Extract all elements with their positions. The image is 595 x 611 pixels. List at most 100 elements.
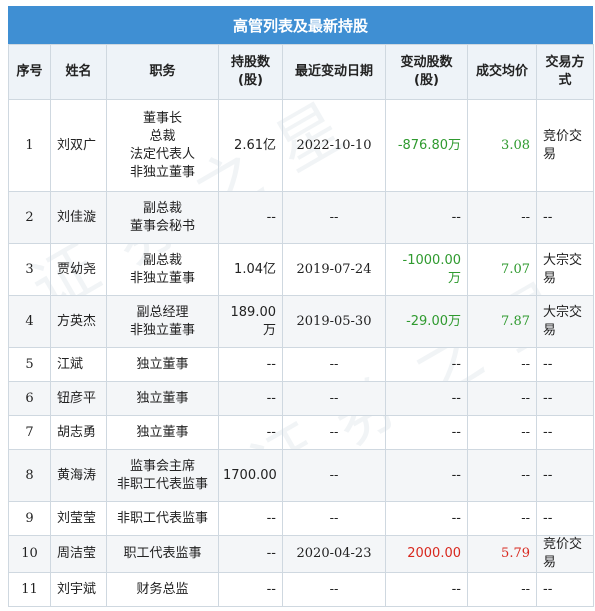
cell-position: 职工代表监事 (106, 535, 219, 573)
cell-date: -- (282, 347, 386, 382)
header-row: 序号 姓名 职务 持股数 (股) 最近变动日期 变动股数 (股) 成交均价 交易方式 (8, 44, 594, 100)
cell-position: 副总经理 非独立董事 (106, 295, 219, 348)
cell-method: -- (536, 347, 594, 382)
position-line: 监事会主席 (129, 458, 195, 474)
cell-price: -- (467, 572, 537, 607)
cell-holding: -- (218, 572, 283, 607)
cell-change: -- (385, 501, 468, 536)
cell-method: -- (536, 381, 594, 416)
cell-change: -- (385, 347, 468, 382)
position-line: 总裁 (149, 128, 176, 144)
cell-name: 贾幼尧 (50, 243, 107, 296)
header-holding-line1: 持股数 (230, 55, 270, 70)
cell-method: 大宗交易 (536, 295, 594, 348)
cell-seq: 4 (8, 295, 51, 348)
cell-date: 2022-10-10 (282, 99, 386, 192)
position-line: 非职工代表监事 (116, 510, 208, 526)
table-row: 3 贾幼尧 副总裁 非独立董事 1.04亿 2019-07-24 -1000.00万 7.07… (8, 243, 594, 296)
cell-seq: 5 (8, 347, 51, 382)
cell-price: 5.79 (467, 535, 537, 573)
position-line: 董事会秘书 (129, 218, 195, 234)
cell-method: -- (536, 191, 594, 244)
cell-name: 刘莹莹 (50, 501, 107, 536)
cell-position: 监事会主席非职工代表监事 (106, 449, 219, 502)
cell-change: -- (385, 415, 468, 450)
cell-date: -- (282, 449, 386, 502)
cell-price: 3.08 (467, 99, 537, 192)
table-row: 7 胡志勇 独立董事 -- -- -- -- -- (8, 415, 594, 450)
cell-position: 独立董事 (106, 347, 219, 382)
cell-method: 竞价交易 (536, 535, 594, 573)
cell-seq: 11 (8, 572, 51, 607)
cell-holding: 189.00万 (218, 295, 283, 348)
cell-price: -- (467, 501, 537, 536)
cell-position: 独立董事 (106, 415, 219, 450)
cell-change: -- (385, 191, 468, 244)
cell-price: -- (467, 347, 537, 382)
position-line: 董事长 (142, 110, 182, 126)
cell-method: -- (536, 572, 594, 607)
position-line: 法定代表人 (129, 146, 195, 162)
cell-change: -- (385, 381, 468, 416)
header-holding-line2: (股) (238, 73, 263, 88)
cell-holding: -- (218, 535, 283, 573)
cell-method: 竞价交易 (536, 99, 594, 192)
position-line: 非独立董事 (129, 164, 195, 180)
cell-change: -876.80万 (385, 99, 468, 192)
position-line: 非职工代表监事 (116, 476, 208, 492)
header-holding: 持股数 (股) (218, 44, 283, 100)
table-row: 9 刘莹莹 非职工代表监事 -- -- -- -- -- (8, 501, 594, 536)
cell-method: -- (536, 449, 594, 502)
cell-position: 独立董事 (106, 381, 219, 416)
cell-seq: 10 (8, 535, 51, 573)
header-date: 最近变动日期 (282, 44, 386, 100)
cell-seq: 8 (8, 449, 51, 502)
cell-date: 2019-05-30 (282, 295, 386, 348)
header-change-line1: 变动股数 (400, 55, 453, 70)
cell-seq: 6 (8, 381, 51, 416)
cell-position: 副总裁 非独立董事 (106, 243, 219, 296)
cell-holding: -- (218, 347, 283, 382)
cell-holding: -- (218, 501, 283, 536)
header-name: 姓名 (50, 44, 107, 100)
header-method: 交易方式 (536, 44, 594, 100)
header-change: 变动股数 (股) (385, 44, 468, 100)
cell-holding: 1700.00 (218, 449, 283, 502)
table-row: 5 江斌 独立董事 -- -- -- -- -- (8, 347, 594, 382)
header-price: 成交均价 (467, 44, 537, 100)
cell-price: 7.07 (467, 243, 537, 296)
cell-method: -- (536, 415, 594, 450)
position-line: 独立董事 (136, 424, 189, 440)
cell-position: 副总裁 董事会秘书 (106, 191, 219, 244)
position-line: 副总裁 (142, 252, 182, 268)
cell-name: 江斌 (50, 347, 107, 382)
cell-change: -- (385, 449, 468, 502)
cell-seq: 1 (8, 99, 51, 192)
header-position: 职务 (106, 44, 219, 100)
cell-name: 方英杰 (50, 295, 107, 348)
position-line: 独立董事 (136, 390, 189, 406)
cell-seq: 9 (8, 501, 51, 536)
holdings-panel: 高管列表及最新持股 序号 姓名 职务 持股数 (股) 最近变动日期 变动股数 (股)… (8, 6, 594, 607)
cell-holding: 2.61亿 (218, 99, 283, 192)
header-seq: 序号 (8, 44, 51, 100)
cell-name: 黄海涛 (50, 449, 107, 502)
cell-name: 刘宇斌 (50, 572, 107, 607)
header-change-line2: (股) (414, 73, 439, 88)
cell-method: -- (536, 501, 594, 536)
position-line: 副总经理 (136, 304, 189, 320)
cell-date: -- (282, 572, 386, 607)
position-line: 职工代表监事 (123, 546, 202, 561)
cell-date: 2020-04-23 (282, 535, 386, 573)
cell-date: -- (282, 191, 386, 244)
cell-name: 钮彦平 (50, 381, 107, 416)
cell-date: -- (282, 501, 386, 536)
cell-holding: -- (218, 191, 283, 244)
cell-holding: -- (218, 381, 283, 416)
cell-position: 董事长总裁法定代表人非独立董事 (106, 99, 219, 192)
cell-price: -- (467, 381, 537, 416)
cell-date: -- (282, 415, 386, 450)
position-line: 独立董事 (136, 356, 189, 372)
table-row: 10 周洁莹 职工代表监事 -- 2020-04-23 2000.00 5.79 竞价交易 (8, 535, 594, 573)
cell-change: 2000.00 (385, 535, 468, 573)
